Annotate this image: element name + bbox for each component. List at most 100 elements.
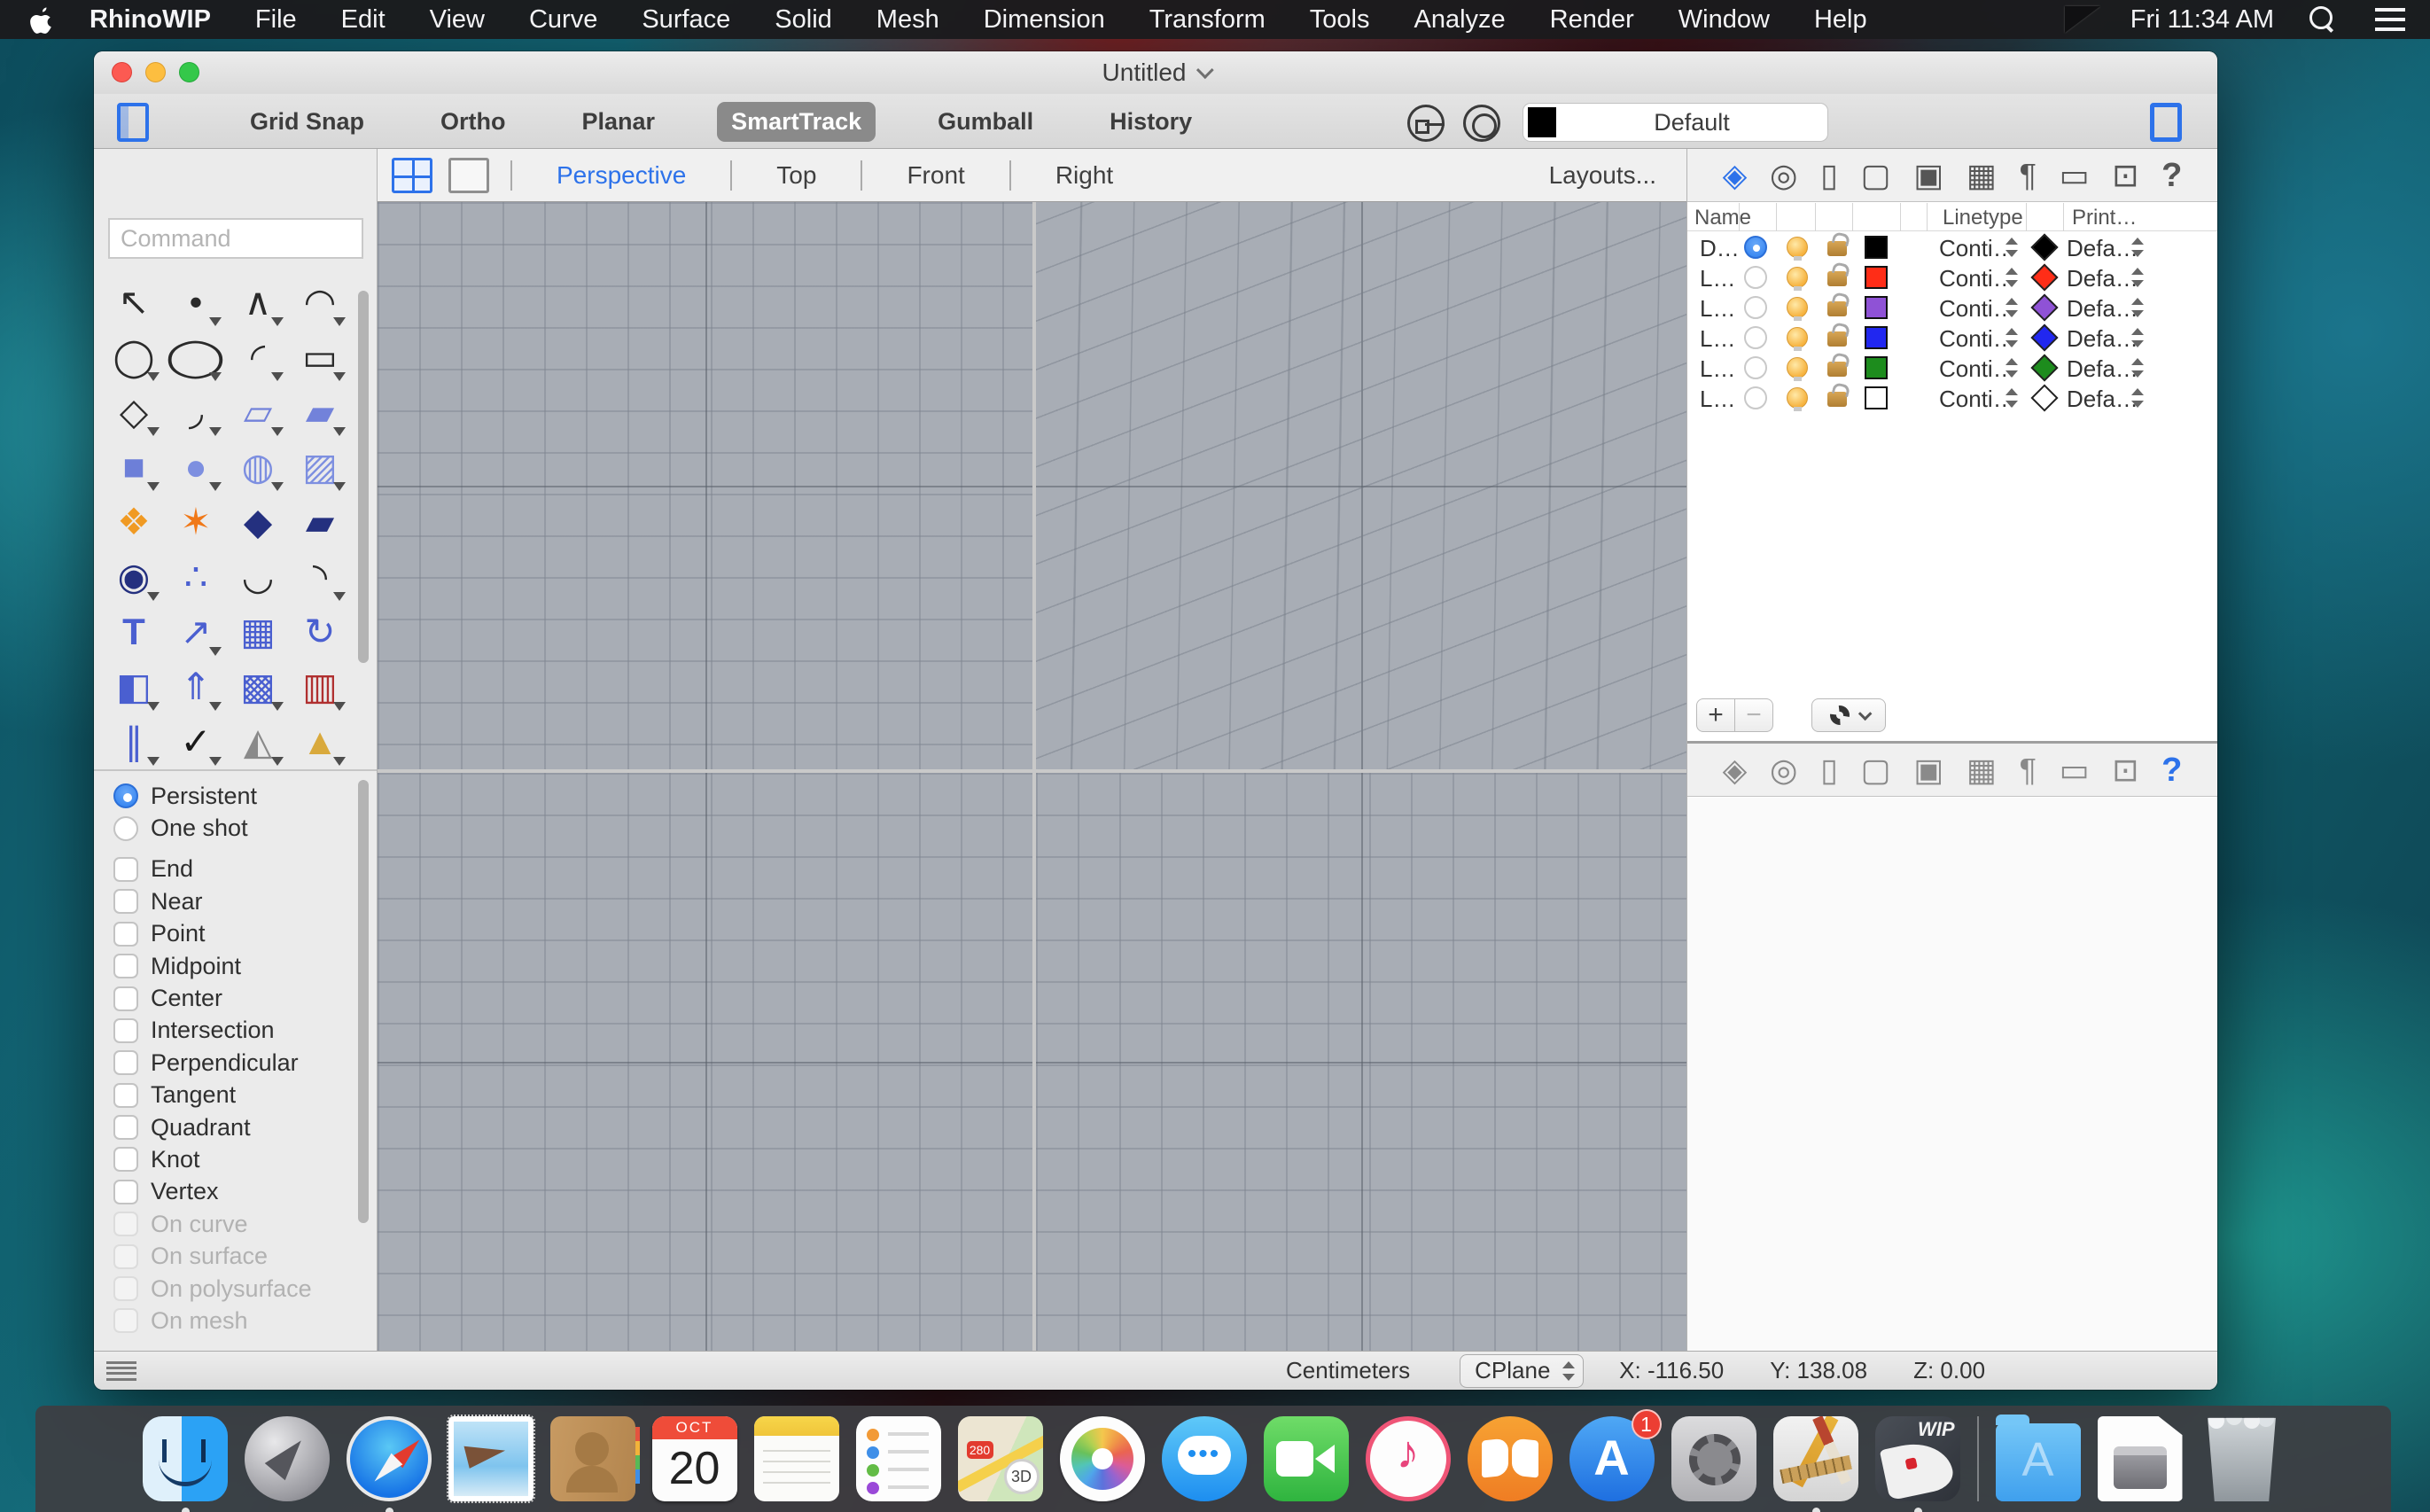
menu-clock[interactable]: Fri 11:34 AM xyxy=(2130,5,2274,35)
viewport-perspective[interactable] xyxy=(1036,202,1686,769)
tool-blend-curve-icon[interactable]: ◡ xyxy=(227,549,289,604)
dock-finder[interactable] xyxy=(142,1416,228,1512)
viewport-right[interactable] xyxy=(1036,773,1686,1351)
current-layer-radio[interactable] xyxy=(1744,356,1767,379)
print-color-diamond-icon[interactable] xyxy=(2030,293,2059,322)
right-sidebar-toggle-icon[interactable] xyxy=(2150,103,2182,142)
layer-color-swatch[interactable] xyxy=(1865,296,1888,319)
menu-item-transform[interactable]: Transform xyxy=(1127,5,1288,34)
tool-point-icon[interactable]: • xyxy=(165,275,227,330)
remove-layer-button[interactable]: − xyxy=(1734,698,1773,732)
dock-mail[interactable] xyxy=(446,1415,535,1503)
cplane-select[interactable]: CPlane xyxy=(1460,1353,1585,1388)
osnap-end[interactable]: End xyxy=(113,853,353,885)
layer-name[interactable]: L… xyxy=(1700,386,1735,413)
panel-tab-rendering-icon[interactable]: ▢ xyxy=(1861,159,1891,191)
panel-tab-cplanes-icon[interactable]: ▦ xyxy=(1967,753,1997,786)
dock-photos[interactable] xyxy=(1059,1416,1145,1501)
dock-messages[interactable] xyxy=(1161,1416,1247,1501)
tool-solid-edit-icon[interactable]: ◧ xyxy=(103,659,165,714)
osnap-intersection[interactable]: Intersection xyxy=(113,1015,353,1047)
linetype-stepper-icon[interactable] xyxy=(2005,266,2019,289)
layer-lock-icon[interactable] xyxy=(1827,241,1847,256)
tool-align-icon[interactable]: ▦ xyxy=(227,604,289,659)
viewport-front[interactable] xyxy=(378,773,1032,1351)
menu-item-tools[interactable]: Tools xyxy=(1288,5,1392,34)
apple-menu-icon[interactable] xyxy=(0,6,81,34)
layer-name[interactable]: L… xyxy=(1700,295,1735,323)
print-width-stepper-icon[interactable] xyxy=(2130,356,2145,379)
layer-color-swatch[interactable] xyxy=(1865,356,1888,379)
dock-ibooks[interactable] xyxy=(1467,1416,1553,1501)
layer-row[interactable]: D… Conti… Defa… xyxy=(1687,232,2217,262)
dock-appstore[interactable]: 1 xyxy=(1569,1409,1662,1501)
current-layer-radio[interactable] xyxy=(1744,266,1767,289)
layer-row[interactable]: L… Conti… Defa… xyxy=(1687,292,2217,323)
panel-tab-notes-icon[interactable]: ¶ xyxy=(2020,159,2037,191)
dock-facetime[interactable] xyxy=(1263,1416,1349,1501)
rhino-menu-extra-icon[interactable] xyxy=(2065,6,2100,33)
osnap-midpoint[interactable]: Midpoint xyxy=(113,950,353,982)
panel-tab-cplanes-icon[interactable]: ▦ xyxy=(1967,159,1997,191)
tool-select-icon[interactable]: ↖ xyxy=(103,275,165,330)
add-layer-button[interactable]: + xyxy=(1696,698,1735,732)
column-header[interactable]: Print… xyxy=(2072,206,2137,230)
checkbox-unchecked[interactable] xyxy=(113,1050,138,1076)
tool-extrude-icon[interactable]: ⇑ xyxy=(165,659,227,714)
layer-color-swatch[interactable] xyxy=(1865,236,1888,259)
layer-print-width[interactable]: Defa… xyxy=(2067,295,2138,323)
menu-item-dimension[interactable]: Dimension xyxy=(962,5,1127,34)
panel-tab-named-views-icon[interactable]: ▣ xyxy=(1913,753,1943,786)
panel-tab-file-icon[interactable]: ▯ xyxy=(1820,159,1838,191)
print-width-stepper-icon[interactable] xyxy=(2130,386,2145,409)
viewport-tab-top[interactable]: Top xyxy=(753,161,839,190)
radio-unchecked[interactable] xyxy=(113,815,138,841)
layer-actions-button[interactable] xyxy=(1811,698,1886,732)
column-header[interactable]: Name xyxy=(1694,206,1751,230)
layouts-button[interactable]: Layouts... xyxy=(1549,161,1686,190)
toggle-ortho[interactable]: Ortho xyxy=(426,102,520,142)
toggle-smarttrack[interactable]: SmartTrack xyxy=(717,101,876,142)
layer-print-width[interactable]: Defa… xyxy=(2067,386,2138,413)
menu-item-file[interactable]: File xyxy=(233,5,319,34)
status-menu-icon[interactable] xyxy=(106,1360,136,1381)
osnap-one-shot[interactable]: One shot xyxy=(113,812,353,844)
linetype-stepper-icon[interactable] xyxy=(2005,386,2019,409)
tool-control-point-curve-icon[interactable]: ∧ xyxy=(227,275,289,330)
checkbox-unchecked[interactable] xyxy=(113,1147,138,1173)
tool-ellipse-icon[interactable]: ◯ xyxy=(165,330,227,385)
tool-explode-icon[interactable]: ✶ xyxy=(165,495,227,549)
layer-print-width[interactable]: Defa… xyxy=(2067,235,2138,262)
print-width-stepper-icon[interactable] xyxy=(2130,236,2145,259)
menu-item-curve[interactable]: Curve xyxy=(507,5,619,34)
checkbox-unchecked[interactable] xyxy=(113,954,138,979)
print-color-diamond-icon[interactable] xyxy=(2030,384,2059,412)
panel-tab-layers-icon[interactable]: ◈ xyxy=(1723,159,1748,191)
viewport-tab-perspective[interactable]: Perspective xyxy=(534,161,709,190)
tool-surface-bend-icon[interactable]: ▰ xyxy=(289,385,351,440)
four-viewport-layout-icon[interactable] xyxy=(392,157,432,193)
current-layer-radio[interactable] xyxy=(1744,326,1767,349)
tool-circle-icon[interactable]: ◯ xyxy=(103,330,165,385)
layer-lock-icon[interactable] xyxy=(1827,392,1847,407)
layer-print-width[interactable]: Defa… xyxy=(2067,325,2138,353)
menu-item-help[interactable]: Help xyxy=(1792,5,1889,34)
layer-row[interactable]: L… Conti… Defa… xyxy=(1687,383,2217,413)
layer-visibility-bulb-icon[interactable] xyxy=(1787,327,1808,351)
menu-item-mesh[interactable]: Mesh xyxy=(854,5,962,34)
panel-tab-layouts-icon[interactable]: ▭ xyxy=(2060,159,2090,191)
toggle-planar[interactable]: Planar xyxy=(568,102,670,142)
left-sidebar-toggle-icon[interactable] xyxy=(117,103,149,142)
print-color-diamond-icon[interactable] xyxy=(2030,354,2059,382)
menu-item-surface[interactable]: Surface xyxy=(619,5,752,34)
tool-surface-grid-icon[interactable]: ▨ xyxy=(289,440,351,495)
checkbox-unchecked[interactable] xyxy=(113,1179,138,1204)
menu-item-render[interactable]: Render xyxy=(1528,5,1656,34)
checkbox-unchecked[interactable] xyxy=(113,1082,138,1108)
dock-system-preferences[interactable] xyxy=(1671,1416,1756,1501)
dock-launchpad[interactable] xyxy=(244,1416,330,1501)
layer-row[interactable]: L… Conti… Defa… xyxy=(1687,323,2217,353)
layer-name[interactable]: L… xyxy=(1700,325,1735,353)
print-width-stepper-icon[interactable] xyxy=(2130,326,2145,349)
menu-item-solid[interactable]: Solid xyxy=(752,5,854,34)
